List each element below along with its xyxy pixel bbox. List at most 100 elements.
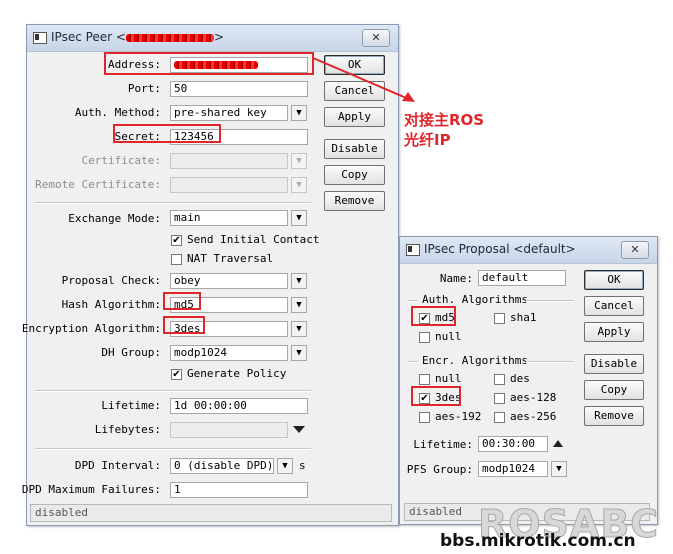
proposal-lifetime-label: Lifetime: — [413, 438, 473, 451]
certificate-dropdown-icon: ▼ — [291, 153, 307, 169]
disable-button[interactable]: Disable — [324, 139, 385, 159]
encr-aes256-checkbox[interactable] — [494, 412, 505, 423]
window-icon — [406, 244, 420, 256]
pfs-group-dropdown-icon[interactable]: ▼ — [551, 461, 567, 477]
proposal-check-dropdown-icon[interactable]: ▼ — [291, 273, 307, 289]
proposal-copy-button[interactable]: Copy — [584, 380, 644, 400]
proposal-window-title: IPsec Proposal <default> — [424, 242, 576, 256]
proposal-apply-button[interactable]: Apply — [584, 322, 644, 342]
encr-algorithms-group: Encr. Algorithms — [422, 354, 528, 367]
nat-traversal-checkbox[interactable] — [171, 254, 182, 265]
exchange-mode-label: Exchange Mode: — [68, 212, 161, 225]
lifebytes-expand-icon[interactable] — [293, 426, 305, 433]
ipsec-proposal-window: IPsec Proposal <default> ✕ Name: default… — [399, 236, 658, 525]
hash-algorithm-dropdown-icon[interactable]: ▼ — [291, 297, 307, 313]
proposal-cancel-button[interactable]: Cancel — [584, 296, 644, 316]
auth-method-label: Auth. Method: — [74, 106, 161, 119]
peer-titlebar: IPsec Peer < > ✕ — [27, 25, 398, 52]
certificate-label: Certificate: — [81, 154, 161, 167]
proposal-disable-button[interactable]: Disable — [584, 354, 644, 374]
secret-highlight — [113, 124, 221, 143]
hash-algorithm-label: Hash Algorithm: — [61, 298, 161, 311]
dh-group-dropdown-icon[interactable]: ▼ — [291, 345, 307, 361]
auth-sha1-label: sha1 — [510, 311, 537, 324]
address-highlight — [104, 52, 314, 75]
generate-policy-label: Generate Policy — [187, 367, 287, 380]
encryption-algorithm-dropdown-icon[interactable]: ▼ — [291, 321, 307, 337]
dpd-interval-select[interactable]: 0 (disable DPD) — [170, 458, 274, 474]
remote-certificate-dropdown-icon: ▼ — [291, 177, 307, 193]
ipsec-peer-window: IPsec Peer < > ✕ Address: Port: Auth. Met… — [22, 24, 399, 526]
separator — [35, 202, 311, 204]
apply-button[interactable]: Apply — [324, 107, 385, 127]
cancel-button[interactable]: Cancel — [324, 81, 385, 101]
dh-group-label: DH Group: — [101, 346, 161, 359]
encr-null-checkbox[interactable] — [419, 374, 430, 385]
port-label: Port: — [127, 82, 161, 95]
proposal-lifetime-input[interactable]: 00:30:00 — [478, 436, 548, 452]
lifebytes-input[interactable] — [170, 422, 288, 438]
annotation-text: 对接主ROS 光纤IP — [404, 111, 485, 149]
name-label: Name: — [439, 272, 473, 285]
separator — [35, 390, 311, 392]
remote-certificate-label: Remote Certificate: — [35, 178, 161, 191]
send-initial-contact-label: Send Initial Contact — [187, 233, 320, 246]
dpd-interval-dropdown-icon[interactable]: ▼ — [277, 458, 293, 474]
dpd-interval-unit: s — [299, 459, 306, 472]
encr-aes192-label: aes-192 — [435, 410, 482, 423]
encryption-algorithm-label: Encryption Algorithm: — [21, 322, 161, 335]
md5-highlight — [411, 306, 456, 326]
proposal-check-select[interactable]: obey — [170, 273, 288, 289]
send-initial-contact-checkbox[interactable]: ✔ — [171, 235, 182, 246]
proposal-titlebar: IPsec Proposal <default> ✕ — [400, 237, 657, 264]
encryption-highlight — [163, 316, 205, 334]
nat-traversal-label: NAT Traversal — [187, 252, 274, 265]
copy-button[interactable]: Copy — [324, 165, 385, 185]
ok-button[interactable]: OK — [324, 55, 385, 75]
auth-sha1-checkbox[interactable] — [494, 313, 505, 324]
separator — [408, 361, 418, 363]
encr-des-label: des — [510, 372, 530, 385]
auth-method-dropdown-icon[interactable]: ▼ — [291, 105, 307, 121]
close-icon[interactable]: ✕ — [621, 241, 649, 259]
lifetime-input[interactable]: 1d 00:00:00 — [170, 398, 308, 414]
separator — [526, 300, 574, 302]
dpd-interval-label: DPD Interval: — [74, 459, 161, 472]
auth-algorithms-group: Auth. Algorithms — [422, 293, 528, 306]
separator — [526, 361, 574, 363]
exchange-mode-dropdown-icon[interactable]: ▼ — [291, 210, 307, 226]
exchange-mode-select[interactable]: main — [170, 210, 288, 226]
3des-highlight — [411, 386, 461, 406]
lifetime-label: Lifetime: — [101, 399, 161, 412]
generate-policy-checkbox[interactable]: ✔ — [171, 369, 182, 380]
separator — [35, 448, 311, 450]
separator — [408, 300, 418, 302]
hash-highlight — [163, 292, 201, 310]
encr-aes256-label: aes-256 — [510, 410, 557, 423]
pfs-group-select[interactable]: modp1024 — [478, 461, 548, 477]
proposal-name-input[interactable]: default — [478, 270, 566, 286]
auth-method-select[interactable]: pre-shared key — [170, 105, 288, 121]
dpd-max-failures-input[interactable]: 1 — [170, 482, 308, 498]
proposal-ok-button[interactable]: OK — [584, 270, 644, 290]
remote-certificate-select — [170, 177, 288, 193]
dpd-max-failures-label: DPD Maximum Failures: — [21, 483, 161, 496]
auth-null-checkbox[interactable] — [419, 332, 430, 343]
encr-des-checkbox[interactable] — [494, 374, 505, 385]
encr-aes128-checkbox[interactable] — [494, 393, 505, 404]
lifetime-collapse-icon[interactable] — [553, 440, 563, 447]
lifebytes-label: Lifebytes: — [94, 423, 161, 436]
window-icon — [33, 32, 47, 44]
remove-button[interactable]: Remove — [324, 191, 385, 211]
dh-group-select[interactable]: modp1024 — [170, 345, 288, 361]
site-watermark: bbs.mikrotik.com.cn — [440, 531, 636, 551]
certificate-select — [170, 153, 288, 169]
proposal-remove-button[interactable]: Remove — [584, 406, 644, 426]
auth-null-label: null — [435, 330, 462, 343]
encr-aes192-checkbox[interactable] — [419, 412, 430, 423]
close-icon[interactable]: ✕ — [362, 29, 390, 47]
peer-window-title: IPsec Peer < > — [51, 30, 225, 44]
peer-status-bar: disabled — [30, 504, 392, 522]
port-input[interactable]: 50 — [170, 81, 308, 97]
redacted-peer-name — [126, 33, 214, 42]
